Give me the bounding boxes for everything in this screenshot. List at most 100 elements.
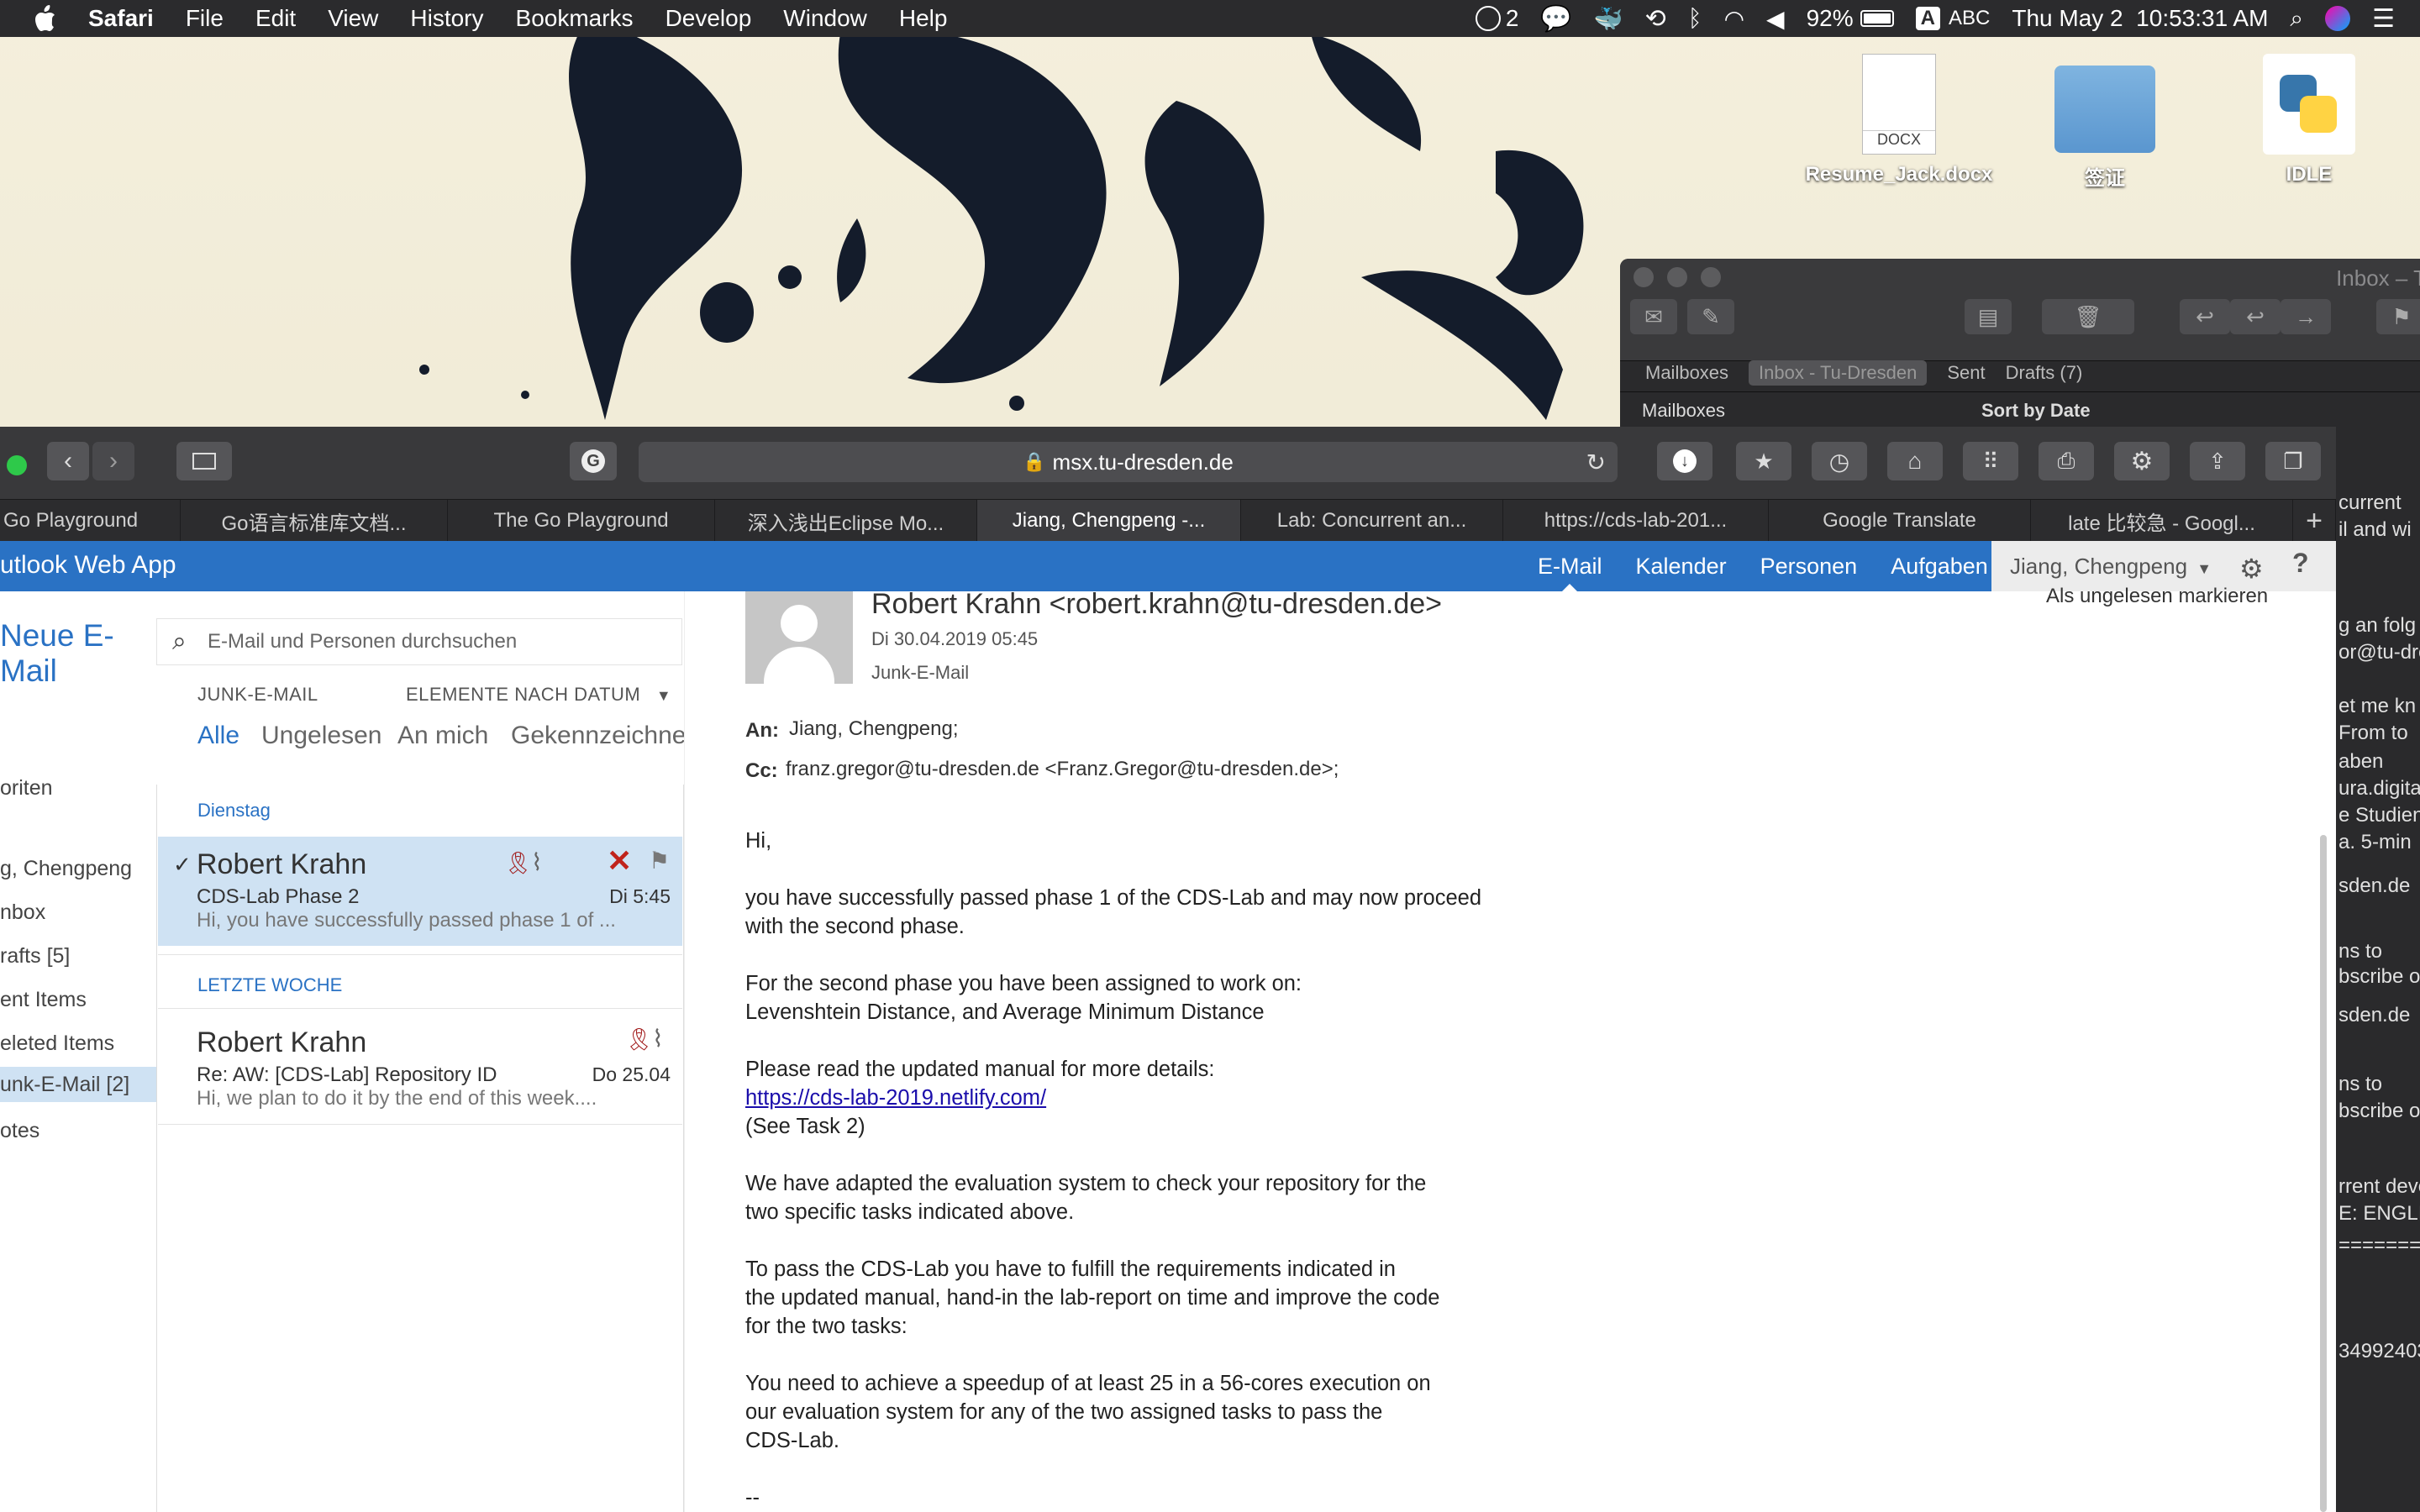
message-item-selected[interactable]: ✓ Robert Krahn 🎗 ⌇ ✕ ⚑ CDS-Lab Phase 2 D… (158, 837, 682, 946)
folder-drafts[interactable]: rafts [5] (0, 944, 70, 969)
filter-all[interactable]: Alle (197, 722, 239, 750)
mail-preview-fragment: e Studien (2338, 804, 2420, 827)
tab-go-playground[interactable]: Go Playground (0, 500, 181, 542)
close-window-button[interactable] (1634, 267, 1654, 287)
desktop-icon-resume[interactable]: DOCX Resume_Jack.docx (1798, 54, 2000, 186)
nav-tasks[interactable]: Aufgaben (1874, 541, 2005, 591)
new-tab-button[interactable]: + (2293, 500, 2336, 542)
forward-button[interactable]: → (2281, 299, 2331, 334)
notification-badge[interactable]: 2 (1475, 5, 1518, 32)
volume-icon[interactable]: ◀ (1766, 5, 1785, 33)
window-zoom-button[interactable] (7, 455, 27, 475)
wifi-icon[interactable]: ◠ (1724, 5, 1744, 33)
downloads-button[interactable]: ↓ (1657, 442, 1712, 480)
filter-flagged[interactable]: Gekennzeichnet (511, 722, 693, 750)
menu-help[interactable]: Help (883, 5, 964, 32)
filter-to-me[interactable]: An mich (397, 722, 488, 750)
favorite-inbox[interactable]: Inbox - Tu-Dresden (1749, 360, 1928, 386)
menu-bookmarks[interactable]: Bookmarks (500, 5, 650, 32)
reading-scrollbar[interactable] (2320, 835, 2327, 1512)
reload-icon[interactable]: ↻ (1586, 449, 1606, 476)
history-button[interactable]: ◷ (1812, 442, 1867, 480)
notification-center-icon[interactable]: ☰ (2372, 4, 2395, 34)
nav-people[interactable]: Personen (1744, 541, 1875, 591)
input-source-icon[interactable]: A ABC (1915, 7, 1990, 30)
menubar-clock[interactable]: Thu May 2 10:53:31 AM (2012, 5, 2268, 32)
grammarly-button[interactable]: G (570, 442, 617, 480)
favorite-drafts[interactable]: Drafts (7) (2006, 362, 2083, 384)
filter-unread[interactable]: Ungelesen (261, 722, 381, 750)
folder-inbox[interactable]: nbox (0, 900, 45, 925)
reply-button[interactable]: ↩ (2180, 299, 2230, 334)
flag-button[interactable]: ⚑ (2376, 299, 2420, 334)
minimize-window-button[interactable] (1667, 267, 1687, 287)
top-sites-button[interactable]: ⠿ (1963, 442, 2018, 480)
tab-cds-lab[interactable]: https://cds-lab-201... (1503, 500, 1769, 542)
get-mail-button[interactable]: ✉ (1630, 299, 1677, 334)
tab-lab-concurrent[interactable]: Lab: Concurrent an... (1241, 500, 1503, 542)
folder-account[interactable]: g, Chengpeng (0, 857, 132, 881)
share-button[interactable]: ⇪ (2190, 442, 2245, 480)
message-item[interactable]: Robert Krahn 🎗 ⌇ Re: AW: [CDS-Lab] Repos… (158, 1015, 682, 1124)
sort-by-date-button[interactable]: Sort by Date (1981, 400, 2091, 422)
folder-notes[interactable]: otes (0, 1119, 39, 1143)
folder-deleted[interactable]: eleted Items (0, 1032, 114, 1056)
bookmarks-button[interactable]: ★ (1736, 442, 1791, 480)
bluetooth-icon[interactable]: ᛒ (1688, 5, 1702, 32)
tab-outlook-active[interactable]: Jiang, Chengpeng -... (977, 500, 1241, 542)
spotlight-search-icon[interactable]: ⌕ (2290, 5, 2303, 33)
battery-status[interactable]: 92% (1807, 5, 1894, 32)
menu-file[interactable]: File (170, 5, 239, 32)
folder-favorites[interactable]: oriten (0, 776, 53, 801)
tab-eclipse[interactable]: 深入浅出Eclipse Mo... (715, 500, 977, 542)
menu-edit[interactable]: Edit (239, 5, 312, 32)
sort-dropdown[interactable]: ELEMENTE NACH DATUM ▼ (406, 684, 671, 706)
menu-develop[interactable]: Develop (650, 5, 768, 32)
cc-recipients[interactable]: franz.gregor@tu-dresden.de <Franz.Gregor… (786, 758, 1339, 781)
mark-unread-link[interactable]: Als ungelesen markieren (2046, 585, 2268, 608)
reply-all-button[interactable]: ↩ (2230, 299, 2281, 334)
forward-button[interactable]: › (92, 442, 134, 480)
tab-google-late[interactable]: late 比较急 - Googl... (2031, 500, 2293, 542)
user-menu[interactable]: Jiang, Chengpeng ▼ (1991, 541, 2218, 591)
flag-icon[interactable]: ⚑ (649, 847, 670, 874)
siri-icon[interactable] (2325, 6, 2351, 31)
sidebar-button[interactable] (176, 442, 232, 480)
new-mail-button[interactable]: Neue E- Mail (0, 618, 114, 689)
compose-button[interactable]: ✎ (1687, 299, 1734, 334)
desktop-icon-idle[interactable]: IDLE (2208, 54, 2410, 186)
mailboxes-toggle[interactable]: Mailboxes (1645, 362, 1728, 384)
menu-view[interactable]: View (312, 5, 394, 32)
address-bar[interactable]: 🔒 msx.tu-dresden.de ↻ (639, 442, 1618, 482)
delete-x-icon[interactable]: ✕ (607, 843, 632, 879)
time-machine-icon[interactable]: ⟲ (1645, 4, 1666, 34)
nav-calendar[interactable]: Kalender (1619, 541, 1744, 591)
apple-logo-icon[interactable] (32, 4, 57, 33)
tab-the-go-playground[interactable]: The Go Playground (448, 500, 715, 542)
folder-sent[interactable]: ent Items (0, 988, 87, 1012)
help-button[interactable]: ? (2292, 548, 2309, 579)
folder-junk[interactable]: unk-E-Mail [2] (0, 1067, 156, 1102)
to-recipients[interactable]: Jiang, Chengpeng; (789, 717, 959, 741)
tab-go-stdlib[interactable]: Go语言标准库文档... (181, 500, 448, 542)
wechat-icon[interactable]: 💬 (1540, 4, 1571, 34)
home-button[interactable]: ⌂ (1887, 442, 1943, 480)
desktop-icon-folder[interactable]: 签证 (2004, 59, 2206, 191)
menu-app-name[interactable]: Safari (72, 5, 170, 32)
print-button[interactable]: ⎙ (2039, 442, 2094, 480)
search-input[interactable]: ⌕ E-Mail und Personen durchsuchen (156, 618, 682, 665)
delete-button[interactable]: 🗑 (2042, 299, 2134, 334)
manual-link[interactable]: https://cds-lab-2019.netlify.com/ (745, 1086, 1046, 1110)
menu-window[interactable]: Window (767, 5, 883, 32)
tab-google-translate[interactable]: Google Translate (1769, 500, 2031, 542)
archive-button[interactable]: ▤ (1965, 299, 2012, 334)
tab-overview-button[interactable]: ❐ (2265, 442, 2321, 480)
zoom-window-button[interactable] (1701, 267, 1721, 287)
back-button[interactable]: ‹ (47, 442, 89, 480)
docker-icon[interactable]: 🐳 (1594, 5, 1623, 33)
settings-gear-icon[interactable]: ⚙ (2239, 553, 2264, 585)
settings-button[interactable]: ⚙ (2114, 442, 2170, 480)
nav-email[interactable]: E-Mail (1521, 541, 1619, 591)
menu-history[interactable]: History (394, 5, 499, 32)
favorite-sent[interactable]: Sent (1947, 362, 1985, 384)
